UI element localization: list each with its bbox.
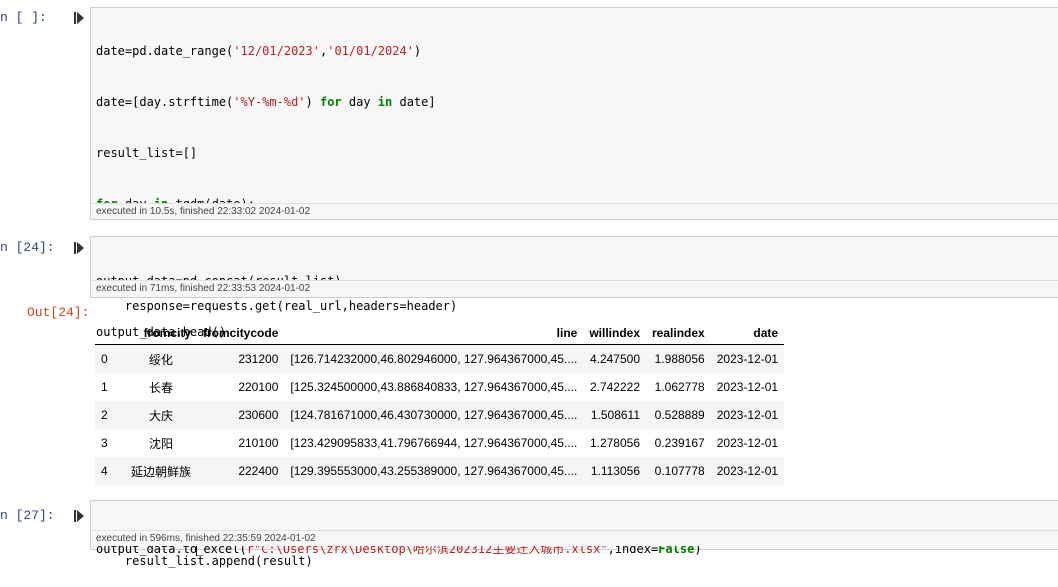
row-index: 1 [101, 380, 108, 394]
table-cell: 2023-12-01 [716, 408, 779, 422]
column-header: line [284, 318, 584, 345]
table-cell: 210100 [238, 436, 279, 450]
table-cell: 1.062778 [654, 380, 705, 394]
execution-time-1: executed in 10.5s, finished 22:33:02 202… [91, 203, 1058, 219]
table-row: 1 长春 220100 [125.324500000,43.886840833,… [95, 373, 785, 401]
table-cell: 2023-12-01 [716, 352, 779, 366]
table-cell: 大庆 [149, 408, 174, 423]
table-cell: 绥化 [149, 352, 174, 367]
run-cell-icon[interactable] [74, 12, 84, 24]
column-header: fromcitycode [197, 318, 285, 345]
row-index: 4 [101, 464, 108, 478]
table-cell: 1.508611 [590, 408, 641, 422]
table-cell: 0.239167 [654, 436, 705, 450]
column-header: willindex [583, 318, 647, 345]
output-prompt: Out[24]: [27, 305, 90, 320]
table-cell: 2023-12-01 [716, 464, 779, 478]
execution-time-2: executed in 71ms, finished 22:33:53 2024… [91, 280, 1058, 296]
input-prompt-2: n [24]: [0, 240, 55, 255]
table-cell: [123.429095833,41.796766944, 127.9643670… [290, 436, 578, 450]
run-cell-icon[interactable] [74, 510, 84, 522]
table-cell: 0.107778 [654, 464, 705, 478]
table-cell: 1.113056 [590, 464, 641, 478]
column-header [95, 318, 125, 345]
table-cell: [125.324500000,43.886840833, 127.9643670… [290, 380, 578, 394]
table-header-row: fromcity fromcitycode line willindex rea… [95, 318, 785, 345]
table-cell: 220100 [238, 380, 279, 394]
table-row: 3 沈阳 210100 [123.429095833,41.796766944,… [95, 429, 785, 457]
input-prompt-1: n [ ]: [0, 10, 47, 25]
table-cell: 231200 [238, 352, 279, 366]
table-cell: 2.742222 [589, 380, 641, 394]
table-cell: 2023-12-01 [716, 436, 779, 450]
table-cell: 延边朝鲜族 [131, 464, 192, 479]
table-cell: [129.395553000,43.255389000, 127.9643670… [290, 464, 578, 478]
row-index: 0 [101, 352, 108, 366]
table-cell: 2023-12-01 [716, 380, 779, 394]
table-row: 2 大庆 230600 [124.781671000,46.430730000,… [95, 401, 785, 429]
execution-time-3: executed in 596ms, finished 22:35:59 202… [91, 530, 1058, 546]
table-cell: 沈阳 [149, 436, 174, 451]
table-cell: 222400 [238, 464, 279, 478]
run-cell-icon[interactable] [74, 242, 84, 254]
table-cell: [126.714232000,46.802946000, 127.9643670… [290, 352, 578, 366]
table-cell: 1.988056 [654, 352, 705, 366]
table-cell: 4.247500 [589, 352, 641, 366]
code-line: result_list=[] [96, 146, 198, 160]
code-line: date=[day.strftime('%Y-%m-%d') for day i… [96, 95, 436, 109]
column-header: realindex [646, 318, 711, 345]
table-cell: 1.278056 [589, 436, 641, 450]
code-line: date=pd.date_range('12/01/2023','01/01/2… [96, 44, 422, 58]
row-index: 3 [101, 436, 108, 450]
row-index: 2 [101, 408, 108, 422]
column-header: date [710, 318, 785, 345]
input-prompt-3: n [27]: [0, 508, 55, 523]
table-row: 4 延边朝鲜族 222400 [129.395553000,43.2553890… [95, 457, 785, 485]
table-cell: [124.781671000,46.430730000, 127.9643670… [290, 408, 578, 422]
table-cell: 230600 [238, 408, 279, 422]
dataframe-output: fromcity fromcitycode line willindex rea… [95, 318, 785, 485]
table-cell: 长春 [149, 380, 174, 395]
table-row: 0 绥化 231200 [126.714232000,46.802946000,… [95, 344, 785, 373]
column-header: fromcity [125, 318, 198, 345]
table-cell: 0.528889 [654, 408, 705, 422]
